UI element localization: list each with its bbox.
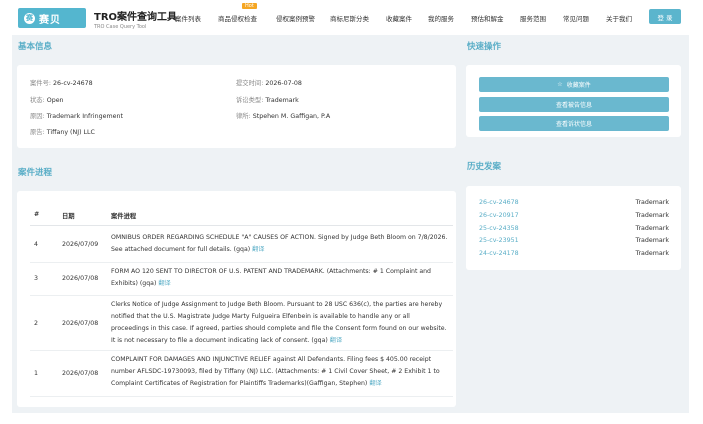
row-date: 2026/07/08 xyxy=(62,320,99,327)
translate-link[interactable]: 翻译 xyxy=(369,380,381,387)
plaintiff-field: 原告: Tiffany (NJ) LLC xyxy=(30,127,95,136)
translate-link[interactable]: 翻译 xyxy=(158,280,170,287)
status-field: 状态: Open xyxy=(30,95,64,104)
case-type-field: 诉讼类型: Trademark xyxy=(236,95,299,104)
history-case-link[interactable]: 26-cv-20917 xyxy=(479,212,519,219)
cause-label: 原因: xyxy=(30,113,45,120)
hot-badge: Hot xyxy=(242,3,257,9)
row-description-text: Clerks Notice of Judge Assignment to Jud… xyxy=(111,301,447,344)
history-case-type: Trademark xyxy=(635,250,669,257)
status-label: 状态: xyxy=(30,97,45,104)
row-divider xyxy=(30,295,453,296)
row-number: 3 xyxy=(34,275,39,282)
history-case-type: Trademark xyxy=(635,225,669,232)
case-type-label: 诉讼类型: xyxy=(236,97,264,104)
favorite-case-label: 收藏案件 xyxy=(566,82,591,89)
status-value: Open xyxy=(46,97,64,104)
nav-item-faq[interactable]: 常见问题 xyxy=(563,13,589,23)
translate-link[interactable]: 翻译 xyxy=(252,246,264,253)
top-navbar: 赛 赛贝 TRO案件查询工具 TRO Case Query Tool Hot 案… xyxy=(12,0,689,35)
filed-date-field: 提交时间: 2026-07-08 xyxy=(236,78,302,87)
nav-item-nice-class[interactable]: 商标尼斯分类 xyxy=(330,13,369,23)
brand-subtitle: TRO Case Query Tool xyxy=(94,24,147,30)
case-number-field: 案件号: 26-cv-24678 xyxy=(30,78,93,87)
header-divider xyxy=(30,225,453,226)
row-divider xyxy=(30,396,453,397)
row-date: 2026/07/09 xyxy=(62,241,99,248)
row-description-text: OMNIBUS ORDER REGARDING SCHEDULE "A" CAU… xyxy=(111,234,448,253)
filed-date-label: 提交时间: xyxy=(236,80,264,87)
view-complaint-button[interactable]: 查看诉状信息 xyxy=(479,116,669,131)
history-case-type: Trademark xyxy=(635,212,669,219)
history-case-link[interactable]: 25-cv-23951 xyxy=(479,237,519,244)
logo-icon: 赛 xyxy=(24,12,35,24)
nav-item-settlement[interactable]: 预估和解金 xyxy=(471,13,504,23)
progress-title: 案件进程 xyxy=(18,168,53,178)
row-divider xyxy=(30,350,453,351)
law-firm-label: 律所: xyxy=(236,113,251,120)
nav-item-case-warning[interactable]: 侵权案例预警 xyxy=(276,13,315,23)
cause-field: 原因: Trademark Infringement xyxy=(30,111,123,120)
row-description-text: COMPLAINT FOR DAMAGES AND INJUNCTIVE REL… xyxy=(111,356,440,387)
nav-item-my-service[interactable]: 我的服务 xyxy=(428,13,454,23)
row-number: 1 xyxy=(34,370,39,377)
row-date: 2026/07/08 xyxy=(62,370,99,377)
basic-info-title: 基本信息 xyxy=(18,42,53,52)
logo[interactable]: 赛 赛贝 xyxy=(18,8,86,28)
logo-text: 赛贝 xyxy=(39,14,61,26)
row-number: 2 xyxy=(34,320,39,327)
law-firm-value: Stpehen M. Gaffigan, P.A xyxy=(252,113,331,120)
translate-link[interactable]: 翻译 xyxy=(330,337,342,344)
plaintiff-value: Tiffany (NJ) LLC xyxy=(46,129,95,136)
case-type-value: Trademark xyxy=(265,97,299,104)
brand-title: TRO案件查询工具 xyxy=(94,12,178,23)
row-number: 4 xyxy=(34,241,39,248)
case-number-label: 案件号: xyxy=(30,80,52,87)
row-divider xyxy=(30,262,453,263)
col-header-number: # xyxy=(34,211,40,218)
col-header-progress: 案件进程 xyxy=(111,213,137,220)
row-description: FORM AO 120 SENT TO DIRECTOR OF U.S. PAT… xyxy=(111,266,449,290)
nav-item-favorites[interactable]: 收藏案件 xyxy=(386,13,412,23)
law-firm-field: 律所: Stpehen M. Gaffigan, P.A xyxy=(236,111,330,120)
cause-value: Trademark Infringement xyxy=(46,113,123,120)
quick-actions-title: 快速操作 xyxy=(467,42,502,52)
view-defendant-button[interactable]: 查看被告信息 xyxy=(479,97,669,112)
history-title: 历史发案 xyxy=(467,162,502,172)
history-case-link[interactable]: 25-cv-24358 xyxy=(479,225,519,232)
case-number-value: 26-cv-24678 xyxy=(53,80,93,87)
nav-item-about[interactable]: 关于我们 xyxy=(606,13,632,23)
filed-date-value: 2026-07-08 xyxy=(265,80,302,87)
row-description: OMNIBUS ORDER REGARDING SCHEDULE "A" CAU… xyxy=(111,232,449,256)
star-icon: ☆ xyxy=(557,81,563,88)
plaintiff-label: 原告: xyxy=(30,129,45,136)
row-description: COMPLAINT FOR DAMAGES AND INJUNCTIVE REL… xyxy=(111,354,449,390)
col-header-date: 日期 xyxy=(62,213,75,220)
history-case-link[interactable]: 24-cv-24178 xyxy=(479,250,519,257)
favorite-case-button[interactable]: ☆ 收藏案件 xyxy=(479,77,669,92)
history-case-type: Trademark xyxy=(635,199,669,206)
history-case-link[interactable]: 26-cv-24678 xyxy=(479,199,519,206)
nav-item-product-check[interactable]: 商品侵权检查 xyxy=(218,13,257,23)
row-description: Clerks Notice of Judge Assignment to Jud… xyxy=(111,299,449,347)
history-case-type: Trademark xyxy=(635,237,669,244)
nav-item-case-list[interactable]: 案件列表 xyxy=(175,13,201,23)
nav-item-service-scope[interactable]: 服务范围 xyxy=(520,13,546,23)
login-button[interactable]: 登 录 xyxy=(649,9,681,24)
row-date: 2026/07/08 xyxy=(62,275,99,282)
brand: TRO案件查询工具 TRO Case Query Tool xyxy=(94,8,177,30)
